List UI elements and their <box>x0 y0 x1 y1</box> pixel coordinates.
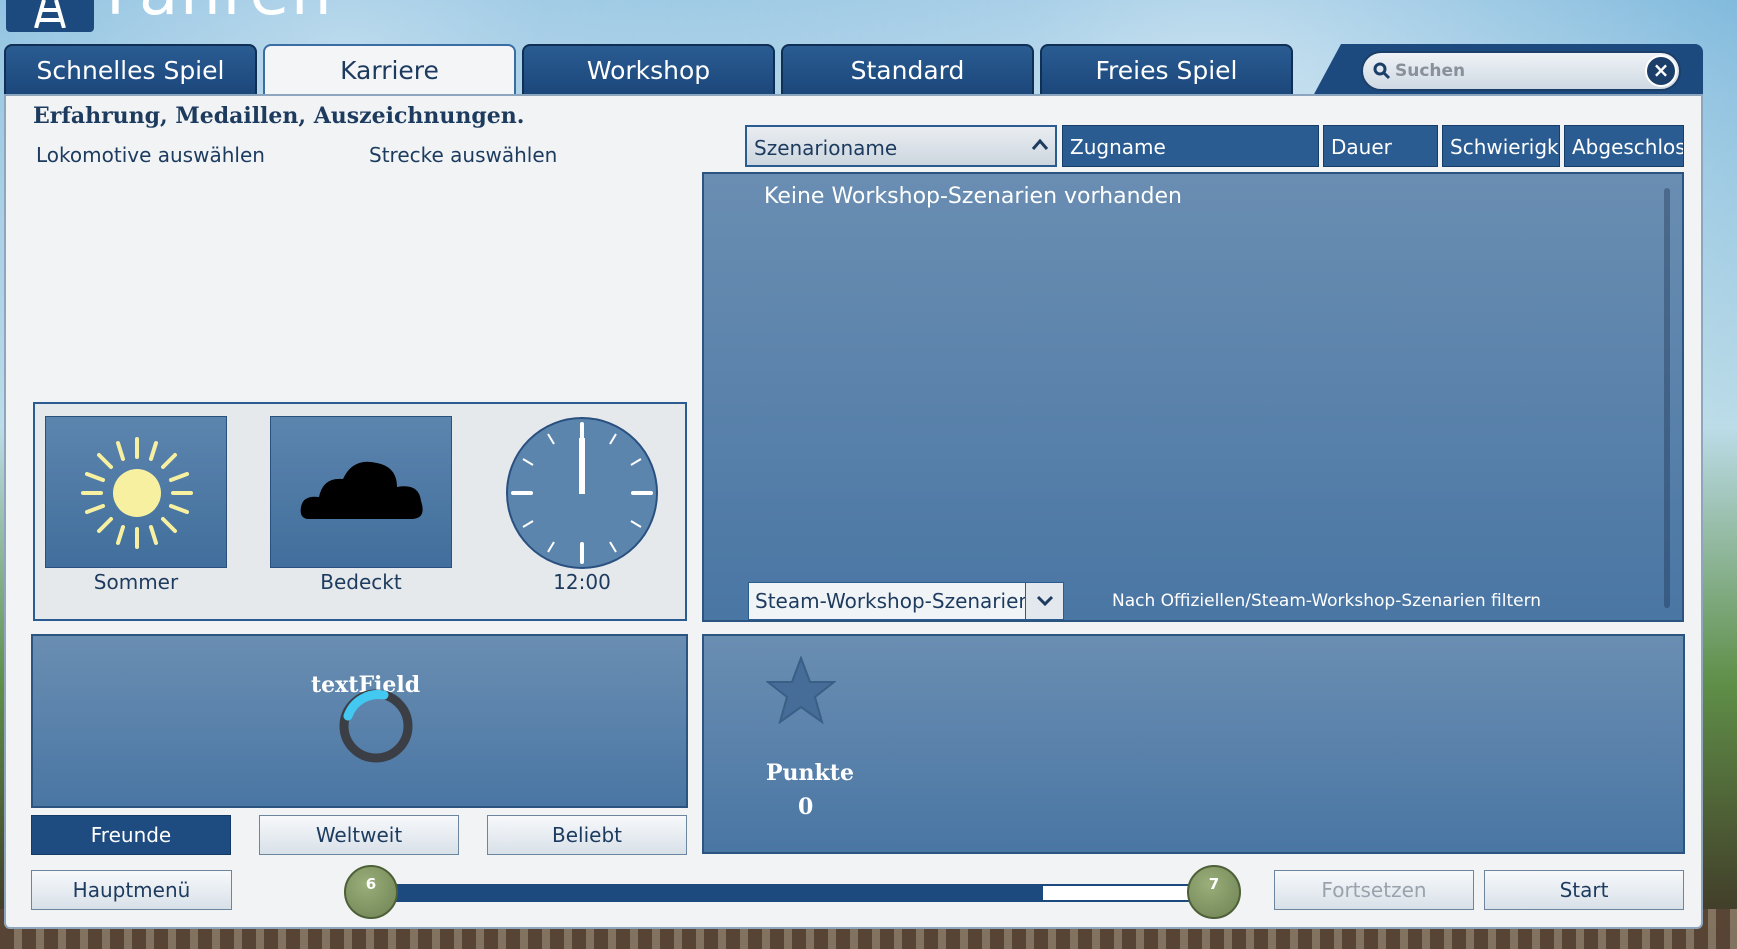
tab-workshop[interactable]: Workshop <box>522 44 775 96</box>
continue-button[interactable]: Fortsetzen <box>1274 870 1474 910</box>
page-title: Fahren <box>106 0 334 30</box>
current-level-badge: 6 <box>344 865 398 919</box>
score-value: 0 <box>798 794 814 820</box>
scenario-filter-select[interactable]: Steam-Workshop-Szenarien anzei <box>748 582 1064 620</box>
season-tile[interactable] <box>45 416 227 568</box>
select-locomotive-link[interactable]: Lokomotive auswählen <box>36 143 265 167</box>
star-icon <box>766 656 836 724</box>
loading-spinner-icon <box>339 689 413 763</box>
search-box[interactable]: × <box>1361 51 1681 91</box>
xp-progress-fill <box>374 886 1044 900</box>
clear-search-icon[interactable]: × <box>1645 55 1677 87</box>
weather-label: Bedeckt <box>320 570 402 594</box>
leaderboard-friends-button[interactable]: Freunde <box>31 815 231 855</box>
clock-icon[interactable] <box>505 416 659 570</box>
tab-quick-game[interactable]: Schnelles Spiel <box>4 44 257 96</box>
leaderboard-panel: textField <box>31 634 688 808</box>
start-button[interactable]: Start <box>1484 870 1684 910</box>
conditions-panel: Sommer Bedeckt 12:00 <box>33 402 687 621</box>
column-duration[interactable]: Dauer <box>1323 125 1438 167</box>
column-completed[interactable]: Abgeschlos <box>1564 125 1684 167</box>
select-route-link[interactable]: Strecke auswählen <box>369 143 557 167</box>
sun-icon <box>81 437 193 549</box>
next-level-badge: 7 <box>1187 865 1241 919</box>
column-difficulty[interactable]: Schwierigke <box>1442 125 1560 167</box>
leaderboard-popular-button[interactable]: Beliebt <box>487 815 687 855</box>
chevron-down-icon[interactable] <box>1025 583 1063 619</box>
weather-tile[interactable] <box>270 416 452 568</box>
search-icon <box>1373 62 1391 80</box>
score-panel: Punkte 0 <box>702 634 1685 854</box>
career-subtitle: Erfahrung, Medaillen, Auszeichnungen. <box>33 103 525 129</box>
tab-standard[interactable]: Standard <box>781 44 1034 96</box>
list-scrollbar[interactable] <box>1664 188 1670 608</box>
xp-progress-bar <box>372 884 1192 902</box>
filter-label: Nach Offiziellen/Steam-Workshop-Szenarie… <box>1112 591 1542 611</box>
season-label: Sommer <box>93 570 179 594</box>
time-label: 12:00 <box>553 570 611 594</box>
column-train-name[interactable]: Zugname <box>1062 125 1319 167</box>
tab-career[interactable]: Karriere <box>263 44 516 98</box>
main-menu-button[interactable]: Hauptmenü <box>31 870 232 910</box>
cloud-icon <box>300 461 423 519</box>
tab-free-play[interactable]: Freies Spiel <box>1040 44 1293 96</box>
scenario-list[interactable]: Keine Workshop-Szenarien vorhanden Steam… <box>702 172 1684 622</box>
sort-ascending-icon <box>1031 138 1049 150</box>
search-input[interactable] <box>1395 59 1635 83</box>
leaderboard-worldwide-button[interactable]: Weltweit <box>259 815 459 855</box>
rail-logo-icon <box>6 0 94 32</box>
column-scenario-name[interactable]: Szenarioname <box>745 125 1057 167</box>
empty-list-message: Keine Workshop-Szenarien vorhanden <box>764 184 1182 209</box>
score-label: Punkte <box>766 760 854 786</box>
